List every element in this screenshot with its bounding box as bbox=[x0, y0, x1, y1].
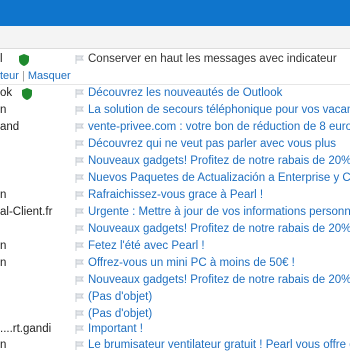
message-row[interactable]: Nouveaux gadgets! Profitez de notre raba… bbox=[0, 152, 350, 170]
sender-name: ok bbox=[0, 87, 13, 99]
flag-icon[interactable] bbox=[75, 89, 84, 98]
message-subject: vente-privee.com : votre bon de réductio… bbox=[88, 121, 350, 133]
flag-icon[interactable] bbox=[75, 191, 84, 200]
flag-icon[interactable] bbox=[75, 341, 84, 350]
sender-name: n bbox=[0, 257, 7, 269]
filter-links: teur | Masquer bbox=[0, 69, 71, 83]
top-navigation-bar bbox=[0, 0, 350, 26]
sender-name: n bbox=[0, 104, 7, 116]
flag-icon[interactable] bbox=[75, 140, 84, 149]
pinned-message-row[interactable]: l Conserver en haut les messages avec in… bbox=[0, 50, 350, 68]
flag-icon[interactable] bbox=[75, 106, 84, 115]
message-row[interactable]: Découvrez qui ne veut pas parler avec vo… bbox=[0, 135, 350, 153]
sender-name bbox=[0, 169, 68, 187]
message-row[interactable]: ok Découvrez les nouveautés de Outlook bbox=[0, 84, 350, 102]
hide-link[interactable]: Masquer bbox=[28, 70, 71, 82]
verified-shield-icon bbox=[22, 88, 32, 100]
sender-name bbox=[0, 288, 68, 306]
message-row[interactable]: (Pas d'objet) bbox=[0, 288, 350, 306]
message-subject: Offrez-vous un mini PC à moins de 50€ ! bbox=[88, 257, 295, 269]
message-subject: Rafraichissez-vous grace à Pearl ! bbox=[88, 189, 264, 201]
message-subject: Découvrez les nouveautés de Outlook bbox=[88, 87, 283, 99]
sender-name bbox=[0, 135, 68, 153]
flag-icon[interactable] bbox=[75, 157, 84, 166]
message-row[interactable]: al-Client.fr Urgente : Mettre à jour de … bbox=[0, 203, 350, 221]
message-subject: Fetez l'été avec Pearl ! bbox=[88, 240, 205, 252]
sender-name bbox=[0, 220, 68, 238]
message-row[interactable]: n Rafraichissez-vous grace à Pearl ! bbox=[0, 186, 350, 204]
message-subject: Nouveaux gadgets! Profitez de notre raba… bbox=[88, 223, 350, 235]
flag-icon[interactable] bbox=[75, 293, 84, 302]
flag-icon[interactable] bbox=[75, 55, 84, 64]
message-row[interactable]: n Le brumisateur ventilateur gratuit ! P… bbox=[0, 336, 350, 354]
sender-name: n bbox=[0, 339, 7, 351]
flag-icon[interactable] bbox=[75, 208, 84, 217]
sender-name bbox=[0, 271, 68, 289]
sender-name: al-Client.fr bbox=[0, 206, 53, 218]
message-row[interactable]: Nuevos Paquetes de Actualización a Enter… bbox=[0, 169, 350, 187]
message-row[interactable]: n Fetez l'été avec Pearl ! bbox=[0, 237, 350, 255]
message-subject: Nuevos Paquetes de Actualización a Enter… bbox=[88, 172, 350, 184]
message-row[interactable]: n Offrez-vous un mini PC à moins de 50€ … bbox=[0, 254, 350, 272]
message-subject: Le brumisateur ventilateur gratuit ! Pea… bbox=[88, 339, 350, 351]
message-row[interactable]: Nouveaux gadgets! Profitez de notre raba… bbox=[0, 220, 350, 238]
flag-icon[interactable] bbox=[75, 174, 84, 183]
link-separator: | bbox=[21, 70, 25, 82]
flag-icon[interactable] bbox=[75, 310, 84, 319]
verified-shield-icon bbox=[19, 54, 29, 66]
message-row[interactable]: n La solution de secours téléphonique po… bbox=[0, 101, 350, 119]
message-subject: Nouveaux gadgets! Profitez de notre raba… bbox=[88, 155, 350, 167]
flag-icon[interactable] bbox=[75, 225, 84, 234]
filter-link[interactable]: teur bbox=[0, 70, 19, 82]
flag-icon[interactable] bbox=[75, 325, 84, 334]
message-row[interactable]: Nouveaux gadgets! Profitez de notre raba… bbox=[0, 271, 350, 289]
message-subject: Urgente : Mettre à jour de vos informati… bbox=[88, 206, 350, 218]
message-subject: La solution de secours téléphonique pour… bbox=[88, 104, 350, 116]
message-subject: (Pas d'objet) bbox=[88, 291, 153, 303]
message-row[interactable]: and vente-privee.com : votre bon de rédu… bbox=[0, 118, 350, 136]
flag-icon[interactable] bbox=[75, 242, 84, 251]
message-subject: Découvrez qui ne veut pas parler avec vo… bbox=[88, 138, 337, 150]
toolbar-band bbox=[0, 26, 350, 49]
flag-icon[interactable] bbox=[75, 276, 84, 285]
sender-name: n bbox=[0, 240, 7, 252]
flag-icon[interactable] bbox=[75, 123, 84, 132]
sender-name bbox=[0, 152, 68, 170]
message-subject: Nouveaux gadgets! Profitez de notre raba… bbox=[88, 274, 350, 286]
pinned-subject: Conserver en haut les messages avec indi… bbox=[88, 53, 337, 65]
sender-name: n bbox=[0, 189, 7, 201]
flag-icon[interactable] bbox=[75, 259, 84, 268]
sender-name: l bbox=[0, 53, 3, 65]
sender-name: and bbox=[0, 121, 20, 133]
